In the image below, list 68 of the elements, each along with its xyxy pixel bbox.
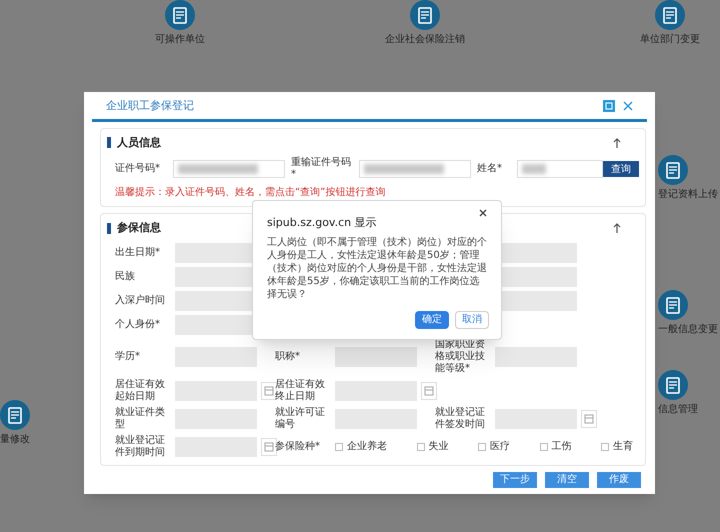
dialog-title: sipub.sz.gov.cn 显示 xyxy=(267,215,378,231)
calendar-icon[interactable] xyxy=(261,438,277,456)
input-field[interactable] xyxy=(335,346,417,366)
void-button[interactable]: 作废 xyxy=(597,472,641,488)
collapse-arrow-icon[interactable] xyxy=(613,223,621,234)
field-label: 居住证有效起始日期 xyxy=(115,378,166,402)
next-button[interactable]: 下一步 xyxy=(493,472,537,488)
input-field[interactable] xyxy=(173,160,285,178)
calendar-icon[interactable] xyxy=(421,382,437,400)
field-label: 姓名* xyxy=(477,163,503,175)
checkbox-label: 工伤 xyxy=(552,440,572,454)
clear-button[interactable]: 清空 xyxy=(545,472,589,488)
checkbox[interactable] xyxy=(540,442,548,450)
document-icon[interactable] xyxy=(0,400,30,430)
field-label: 就业许可证编号 xyxy=(275,406,326,430)
collapse-arrow-icon[interactable] xyxy=(613,138,621,148)
checkbox[interactable] xyxy=(416,442,424,450)
document-icon[interactable] xyxy=(658,370,688,400)
input-field[interactable] xyxy=(359,160,471,178)
close-icon[interactable] xyxy=(479,209,487,217)
input-field[interactable] xyxy=(517,160,603,178)
tile-label[interactable]: 可操作单位 xyxy=(155,32,205,47)
query-button[interactable]: 查询 xyxy=(603,161,639,177)
tile-label[interactable]: 一般信息变更 xyxy=(658,322,718,337)
section-marker xyxy=(107,222,111,234)
field-label: 证件号码* xyxy=(115,163,161,175)
field-label: 职称* xyxy=(275,350,300,362)
calendar-icon[interactable] xyxy=(261,382,277,400)
field-label: 重输证件号码* xyxy=(291,157,352,181)
field-label: 居住证有效终止日期 xyxy=(275,378,326,402)
tile-label[interactable]: 登记资料上传 xyxy=(658,187,718,202)
tile-label[interactable]: 量修改 xyxy=(0,432,30,447)
document-icon[interactable] xyxy=(165,0,195,30)
field-label: 出生日期* xyxy=(115,246,160,258)
field-label: 就业证件类型 xyxy=(115,406,166,430)
checkbox-label: 生育 xyxy=(613,440,633,454)
checkbox-label: 企业养老 xyxy=(347,440,387,454)
input-field[interactable] xyxy=(495,346,577,366)
checkbox[interactable] xyxy=(601,442,609,450)
document-icon[interactable] xyxy=(410,0,440,30)
document-icon[interactable] xyxy=(658,290,688,320)
hint-text: 温馨提示：录入证件号码、姓名，需点击“查询”按钮进行查询 xyxy=(115,186,386,200)
document-icon[interactable] xyxy=(655,0,685,30)
checkbox-label: 失业 xyxy=(428,440,448,454)
field-label: 就业登记证件到期时间 xyxy=(115,434,166,458)
tile-label[interactable]: 单位部门变更 xyxy=(640,32,700,47)
checkbox[interactable] xyxy=(335,442,343,450)
checkbox[interactable] xyxy=(478,442,486,450)
modal-title: 企业职工参保登记 xyxy=(106,98,195,114)
tile-label[interactable]: 信息管理 xyxy=(658,402,698,417)
document-icon[interactable] xyxy=(658,155,688,185)
section-title: 人员信息 xyxy=(117,134,161,150)
tile-label[interactable]: 企业社会保险注销 xyxy=(385,32,465,47)
field-label: 参保险种* xyxy=(275,440,320,452)
field-label: 个人身份* xyxy=(115,318,160,330)
field-label: 民族 xyxy=(115,270,135,282)
confirm-button[interactable]: 确定 xyxy=(415,310,449,328)
maximize-icon[interactable] xyxy=(603,100,615,112)
section-title: 参保信息 xyxy=(117,220,161,236)
section-marker xyxy=(107,137,111,148)
calendar-icon[interactable] xyxy=(581,410,597,428)
dialog-message: 工人岗位（即不属于管理（技术）岗位）对应的个人身份是工人，女性法定退休年龄是50岁；管理（技术）岗位对应的个人身份是干部，女性法定退休年龄是55岁，你确定该职工当前的工作岗位选择无误？ xyxy=(266,236,488,300)
field-label: 入深户时间 xyxy=(115,294,165,306)
checkbox-label: 医疗 xyxy=(490,440,510,454)
field-label: 就业登记证件签发时间 xyxy=(435,406,486,430)
cancel-button[interactable]: 取消 xyxy=(455,310,489,328)
field-label: 学历* xyxy=(115,350,140,362)
input-field[interactable] xyxy=(175,346,257,366)
